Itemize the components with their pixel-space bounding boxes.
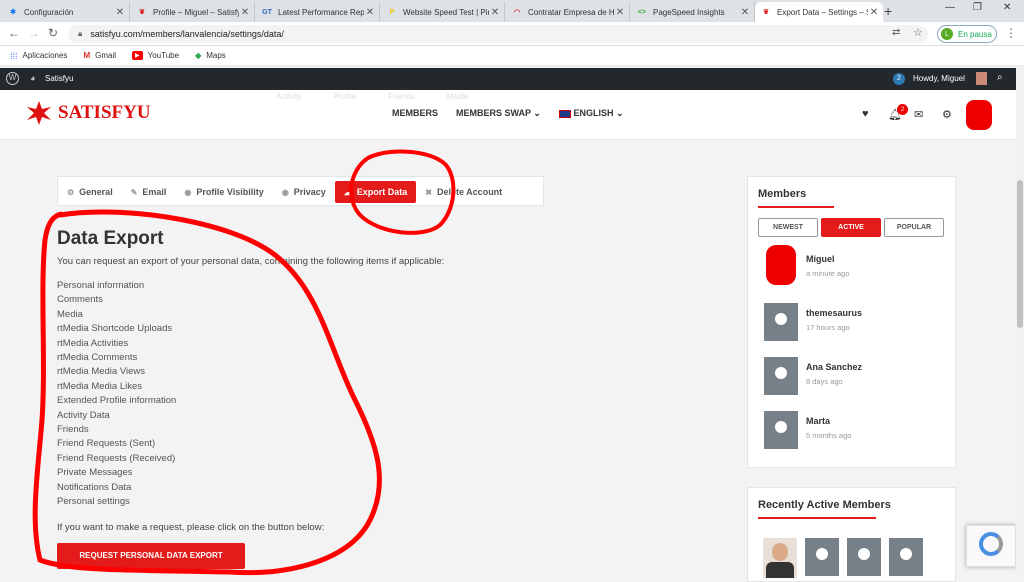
annotation-circle-export-tab — [349, 149, 456, 235]
annotation-loop-export-list — [32, 209, 382, 576]
red-annotation-overlay — [32, 149, 456, 576]
